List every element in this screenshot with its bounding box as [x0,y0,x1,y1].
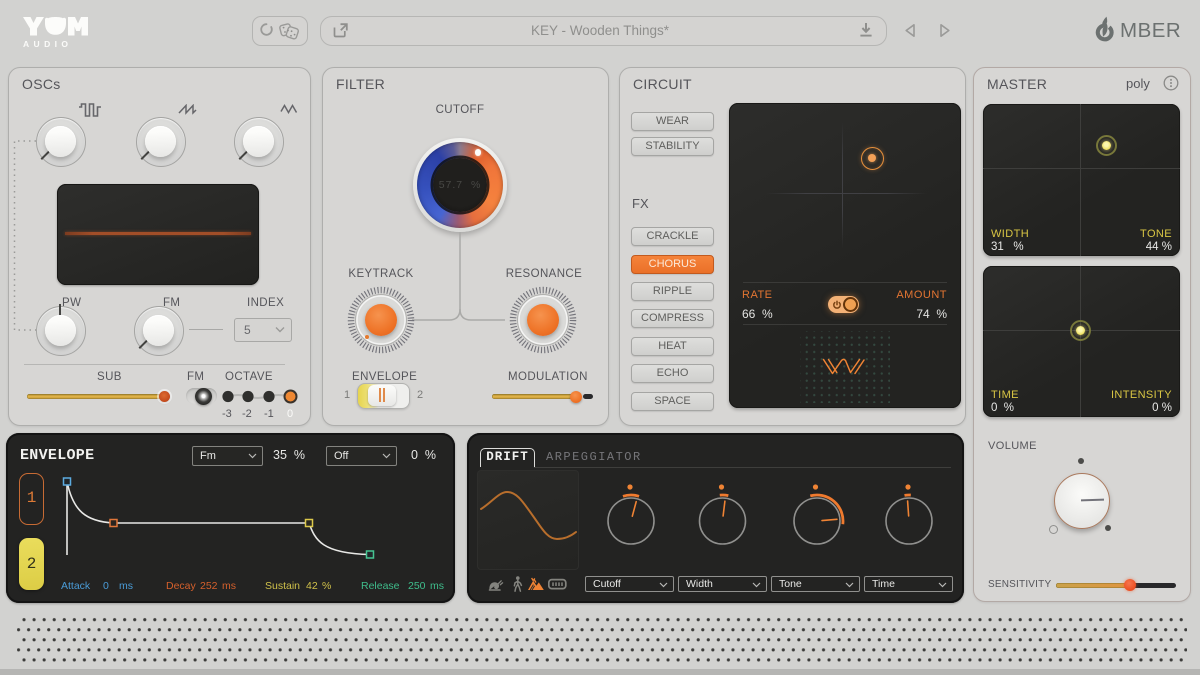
svg-text:AUDIO: AUDIO [23,39,72,48]
